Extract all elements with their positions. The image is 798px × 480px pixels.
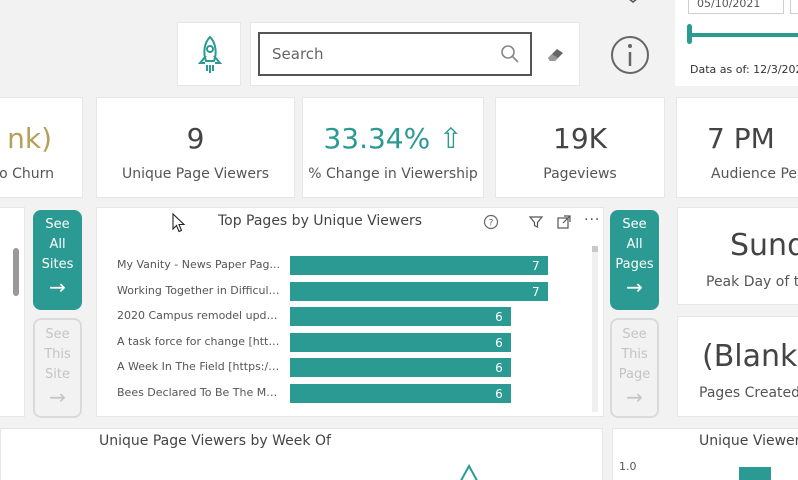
bar-value-label: 6 xyxy=(495,386,503,401)
bar-value-label: 6 xyxy=(495,310,503,324)
chart-bar[interactable] xyxy=(739,467,771,480)
see-all-sites-button[interactable]: See All Sites → xyxy=(33,210,82,310)
button-label-line: See xyxy=(622,327,647,342)
peak-day-label: Peak Day of the xyxy=(706,274,798,290)
pages-created-card: (Blank) Pages Created xyxy=(677,316,798,417)
bar[interactable]: 7 xyxy=(290,281,548,301)
bar-row[interactable]: My Vanity - News Paper Pag... 7 xyxy=(97,256,587,276)
kpi-unique-viewers-value: 9 xyxy=(186,122,205,155)
kpi-unique-viewers-label: Unique Page Viewers xyxy=(121,166,270,182)
bar-row[interactable]: 2020 Campus remodel upda... 6 xyxy=(97,307,587,327)
mouse-cursor-icon xyxy=(172,213,186,233)
start-date-input[interactable]: 05/10/2021 xyxy=(688,0,784,14)
peak-day-card: Sunday Peak Day of the xyxy=(677,207,798,305)
date-slider-handle[interactable] xyxy=(687,24,692,44)
chart-scrollbar[interactable] xyxy=(592,246,598,412)
bar-value-label: 7 xyxy=(531,284,540,299)
button-label-line: All xyxy=(49,237,66,252)
weekly-viewers-chart: Unique Page Viewers by Week Of xyxy=(0,428,603,480)
unique-viewers-chart: Unique Viewers 1.0 xyxy=(612,428,798,480)
kpi-audience-peak-value: 7 PM xyxy=(707,122,775,155)
left-visual-panel xyxy=(0,207,25,417)
kpi-change-card: 33.34% ⇧ % Change in Viewership xyxy=(302,97,484,198)
button-label-line: All xyxy=(626,237,643,252)
search-container xyxy=(250,22,580,86)
button-label-line: Sites xyxy=(41,257,74,272)
button-label-line: Site xyxy=(45,367,70,382)
kpi-pageviews-value: 19K xyxy=(553,122,607,155)
button-label-line: See xyxy=(45,217,70,232)
bar-row[interactable]: A task force for change [http... 6 xyxy=(97,332,587,353)
pages-created-value: (Blank) xyxy=(702,339,798,374)
date-slider-track[interactable] xyxy=(690,33,798,37)
bar-row[interactable]: Working Together in Difficult... 7 xyxy=(97,281,587,302)
pages-created-label: Pages Created xyxy=(699,385,798,401)
search-icon[interactable] xyxy=(499,43,521,65)
unique-viewers-title: Unique Viewers xyxy=(699,433,798,449)
kpi-change-label: % Change in Viewership xyxy=(308,166,478,182)
arrow-right-icon: → xyxy=(626,385,643,409)
kpi-pageviews-label: Pageviews xyxy=(543,166,617,182)
arrow-right-icon: → xyxy=(49,275,66,299)
bar-row[interactable]: Bees Declared To Be The Mo... 6 xyxy=(97,383,587,404)
kpi-audience-peak-label: Audience Pea xyxy=(711,166,798,182)
bar-category-label: A task force for change [http... xyxy=(117,334,282,348)
bar[interactable]: 6 xyxy=(290,332,511,352)
help-glyph: ? xyxy=(489,219,494,229)
bar[interactable]: 6 xyxy=(290,383,511,403)
more-options-icon[interactable]: ··· xyxy=(584,213,600,230)
filter-icon[interactable] xyxy=(528,214,544,230)
bar-category-label: 2020 Campus remodel upda... xyxy=(117,309,282,322)
see-all-pages-button[interactable]: See All Pages → xyxy=(610,210,659,310)
info-icon[interactable] xyxy=(610,35,650,75)
button-label-line: Pages xyxy=(615,257,654,272)
button-label-line: See xyxy=(45,327,70,342)
bar-value-label: 6 xyxy=(495,361,503,375)
data-point-marker[interactable] xyxy=(456,464,482,480)
kpi-pageviews-card: 19K Pageviews xyxy=(495,97,665,198)
end-date-input[interactable] xyxy=(790,0,798,14)
peak-day-value: Sunday xyxy=(730,228,798,263)
see-this-site-button[interactable]: See This Site → xyxy=(33,318,82,418)
bar[interactable]: 6 xyxy=(290,307,511,326)
bar[interactable]: 7 xyxy=(290,256,548,275)
bar-value-label: 7 xyxy=(531,259,540,273)
kpi-churn-value: nk) xyxy=(7,122,52,155)
bar-category-label: My Vanity - News Paper Pag... xyxy=(117,258,280,271)
search-input[interactable] xyxy=(258,32,532,76)
weekly-chart-title: Unique Page Viewers by Week Of xyxy=(99,433,331,449)
bar-category-label: Bees Declared To Be The Mo... xyxy=(117,385,282,399)
kpi-churn-label: o Churn xyxy=(0,166,54,182)
kpi-churn-card: nk) o Churn xyxy=(0,97,83,198)
focus-mode-icon[interactable] xyxy=(556,214,572,230)
bar-category-label: Working Together in Difficult... xyxy=(117,283,282,297)
button-label-line: Page xyxy=(618,367,651,382)
eraser-icon[interactable] xyxy=(544,42,568,66)
chart-scrollbar-thumb[interactable] xyxy=(592,246,598,252)
help-icon[interactable]: ? xyxy=(483,214,499,230)
top-pages-chart: Top Pages by Unique Viewers ? ··· My Van… xyxy=(96,207,604,417)
date-range-filter: 05/10/2021 Data as of: 12/3/2021 xyxy=(675,0,798,86)
data-as-of-label: Data as of: 12/3/2021 xyxy=(690,63,798,76)
kpi-audience-peak-card: 7 PM Audience Pea xyxy=(676,97,798,198)
button-label-line: This xyxy=(44,347,71,362)
rocket-icon xyxy=(197,35,223,73)
see-this-page-button[interactable]: See This Page → xyxy=(610,318,659,418)
bar[interactable]: 6 xyxy=(290,358,511,377)
bar-value-label: 6 xyxy=(495,335,503,350)
kpi-unique-viewers-card: 9 Unique Page Viewers xyxy=(96,97,295,198)
bookmark-icon[interactable] xyxy=(616,0,650,6)
arrow-right-icon: → xyxy=(626,275,643,299)
bar-row[interactable]: A Week In The Field [https://... 6 xyxy=(97,358,587,378)
app-logo xyxy=(177,22,241,86)
button-label-line: See xyxy=(622,217,647,232)
left-panel-scrollbar[interactable] xyxy=(13,248,19,296)
button-label-line: This xyxy=(621,347,648,362)
y-axis-tick: 1.0 xyxy=(619,460,637,473)
kpi-change-value: 33.34% ⇧ xyxy=(323,122,463,155)
bar-category-label: A Week In The Field [https://... xyxy=(117,360,282,373)
arrow-right-icon: → xyxy=(49,385,66,409)
